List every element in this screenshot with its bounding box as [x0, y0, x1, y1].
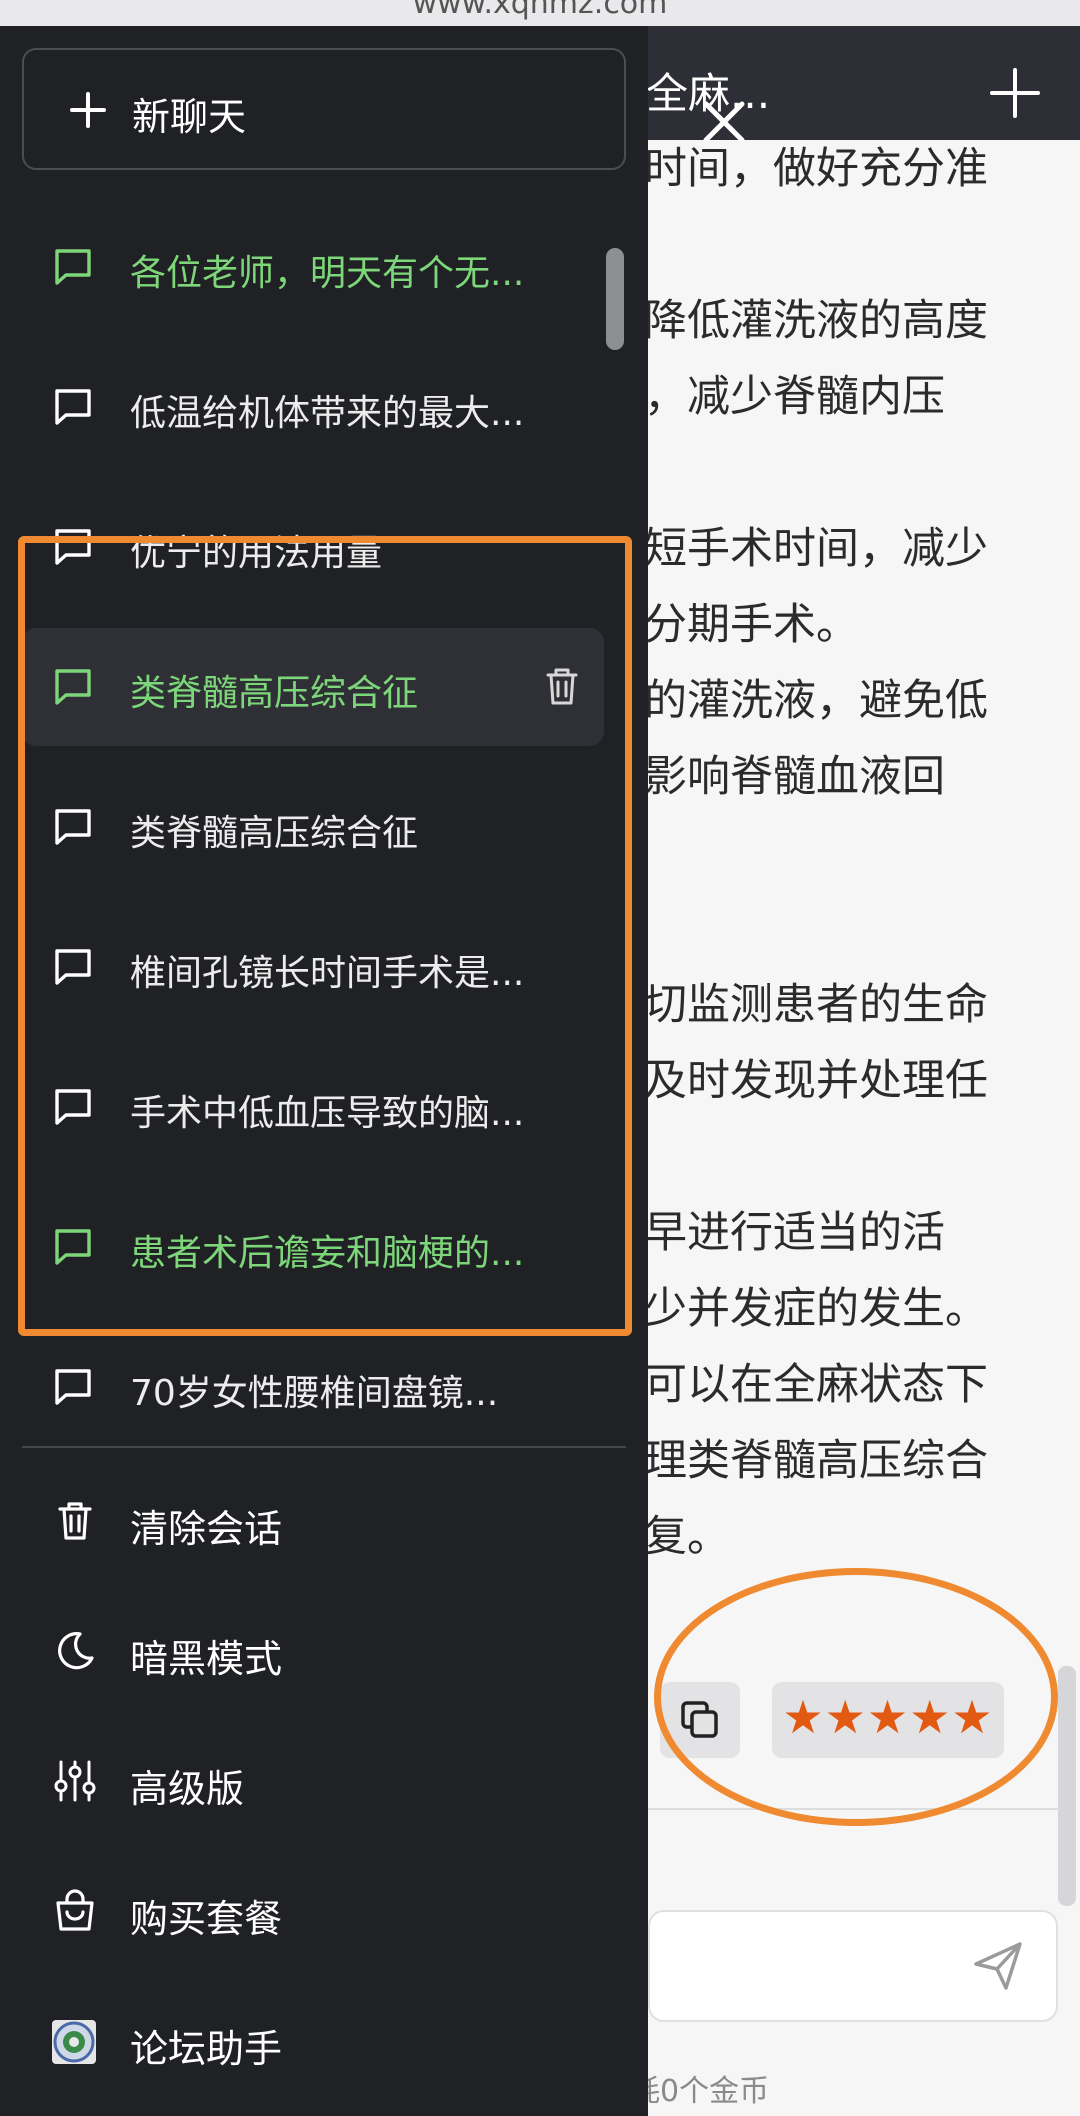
forum-assistant-label: 论坛助手: [130, 2027, 283, 2071]
message-line: 分期手术。: [644, 600, 859, 650]
conversation-label: 70岁女性腰椎间盘镜...: [130, 1373, 499, 1414]
conversation-label: 各位老师，明天有个无...: [130, 253, 525, 294]
chat-bubble-icon: [55, 389, 91, 425]
message-line: 时间，做好充分准: [644, 144, 988, 194]
highlight-ellipse: [654, 1568, 1058, 1826]
trash-icon: [58, 1502, 92, 1540]
new-chat-button[interactable]: 新聊天: [22, 48, 626, 170]
highlight-rectangle: [18, 536, 632, 1336]
forum-avatar: [52, 2020, 96, 2064]
sidebar-scrollbar[interactable]: [606, 248, 624, 350]
moon-icon: [58, 1632, 94, 1670]
buy-package-label: 购买套餐: [130, 1897, 283, 1941]
advanced-version-button[interactable]: 高级版: [22, 1726, 626, 1836]
forum-assistant-button[interactable]: 论坛助手: [22, 1986, 626, 2096]
message-line: 早进行适当的活: [644, 1208, 945, 1258]
message-line: 影响脊髓血液回: [644, 752, 945, 802]
sliders-icon: [54, 1760, 96, 1802]
conversation-label: 低温给机体带来的最大...: [130, 393, 525, 434]
clear-conversations-label: 清除会话: [130, 1507, 283, 1551]
new-chat-label: 新聊天: [132, 95, 247, 139]
coin-cost-note: 耗0个金币: [630, 2074, 770, 2109]
page-scrollbar[interactable]: [1058, 1666, 1076, 1906]
message-line: 复。: [644, 1512, 730, 1562]
chat-bubble-icon: [55, 249, 91, 285]
chat-bubble-icon: [55, 1369, 91, 1405]
send-icon[interactable]: [970, 1938, 1026, 1994]
advanced-version-label: 高级版: [130, 1767, 245, 1811]
url-text: www.xqnmz.com: [412, 0, 668, 21]
sidebar-divider: [22, 1446, 626, 1448]
plus-icon: [70, 92, 106, 128]
browser-url-bar[interactable]: www.xqnmz.com: [0, 0, 1080, 26]
message-line: 可以在全麻状态下: [644, 1360, 988, 1410]
message-line: ，减少脊髓内压: [644, 372, 945, 422]
message-line: 理类脊髓高压综合: [644, 1436, 988, 1486]
conversation-item[interactable]: 70岁女性腰椎间盘镜...: [22, 1328, 604, 1446]
conversation-item[interactable]: 各位老师，明天有个无...: [22, 208, 604, 326]
message-line: 降低灌洗液的高度: [644, 296, 988, 346]
dark-mode-label: 暗黑模式: [130, 1637, 283, 1681]
clear-conversations-button[interactable]: 清除会话: [22, 1466, 626, 1576]
message-line: 及时发现并处理任: [644, 1056, 988, 1106]
message-line: 的灌洗液，避免低: [644, 676, 988, 726]
dark-mode-toggle[interactable]: 暗黑模式: [22, 1596, 626, 1706]
plus-icon[interactable]: [988, 66, 1042, 120]
message-line: 少并发症的发生。: [644, 1284, 988, 1334]
buy-package-button[interactable]: 购买套餐: [22, 1856, 626, 1966]
shopping-bag-icon: [56, 1889, 94, 1931]
message-line: 切监测患者的生命: [644, 980, 988, 1030]
conversation-item[interactable]: 低温给机体带来的最大...: [22, 348, 604, 466]
message-line: 短手术时间，减少: [644, 524, 988, 574]
